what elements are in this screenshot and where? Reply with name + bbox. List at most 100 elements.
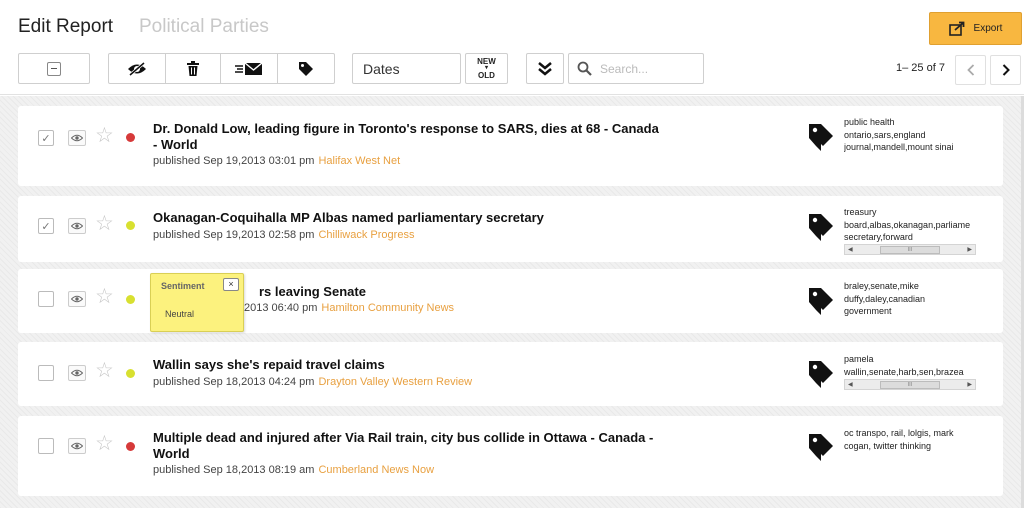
tag-line: cogan, twitter thinking [844, 440, 932, 451]
star-icon[interactable]: ☆ [95, 433, 114, 454]
list-item[interactable]: ☆ Wallin says she's repaid travel claims… [18, 342, 1003, 406]
eye-icon [71, 222, 83, 230]
dates-filter[interactable]: Dates [352, 53, 461, 84]
star-icon[interactable]: ☆ [95, 213, 114, 234]
tag-line: government [844, 306, 892, 316]
email-button[interactable] [221, 53, 278, 84]
scroll-left-icon[interactable]: ◀ [848, 381, 853, 388]
row-checkbox[interactable] [38, 438, 54, 454]
search-box[interactable]: Search... [568, 53, 704, 84]
tag-line: secretary,forward [844, 232, 913, 242]
preview-button[interactable] [68, 291, 86, 307]
tag-line: pamela [844, 354, 874, 364]
preview-button[interactable] [68, 130, 86, 146]
publish-date: published Sep 18,2013 08:19 am [153, 464, 315, 476]
article-meta: 2013 06:40 pm Hamilton Community News [244, 302, 454, 314]
publish-date: published Sep 19,2013 02:58 pm [153, 229, 315, 241]
publish-date: 2013 06:40 pm [244, 302, 318, 314]
article-headline[interactable]: rs leaving Senate [259, 284, 769, 300]
row-checkbox[interactable]: ✓ [38, 130, 54, 146]
tag-scrollbar[interactable]: ◀ III ▶ [844, 244, 976, 255]
close-button[interactable]: × [223, 278, 239, 291]
tag-line: braley,senate,mike [844, 281, 919, 291]
scroll-right-icon[interactable]: ▶ [967, 246, 972, 253]
sentiment-dot[interactable] [126, 442, 135, 451]
article-headline[interactable]: Wallin says she's repaid travel claims [153, 357, 663, 373]
delete-button[interactable] [166, 53, 222, 84]
star-icon[interactable]: ☆ [95, 125, 114, 146]
double-chevron-down-icon [538, 61, 552, 76]
tag-icon [809, 124, 833, 151]
list-item[interactable]: ✓ ☆ Dr. Donald Low, leading figure in To… [18, 106, 1003, 186]
publish-date: published Sep 18,2013 04:24 pm [153, 376, 315, 388]
article-headline[interactable]: Okanagan-Coquihalla MP Albas named parli… [153, 210, 663, 226]
tag-line: board,albas,okanagan,parliame [844, 219, 971, 230]
scroll-left-icon[interactable]: ◀ [848, 246, 853, 253]
tag-line: wallin,senate,harb,sen,brazea [844, 366, 964, 377]
preview-button[interactable] [68, 438, 86, 454]
scroll-right-icon[interactable]: ▶ [967, 381, 972, 388]
list-item[interactable]: ☆ Multiple dead and injured after Via Ra… [18, 416, 1003, 496]
tag-icon [298, 61, 313, 76]
trash-icon [186, 61, 199, 76]
article-meta: published Sep 18,2013 08:19 am Cumberland… [153, 464, 434, 476]
preview-button[interactable] [68, 218, 86, 234]
star-icon[interactable]: ☆ [95, 360, 114, 381]
eye-slash-icon [127, 61, 146, 76]
eye-icon [71, 295, 83, 303]
row-checkbox[interactable] [38, 291, 54, 307]
tag-icon [809, 214, 833, 241]
hide-button[interactable] [109, 53, 166, 84]
preview-button[interactable] [68, 365, 86, 381]
next-page-button[interactable] [990, 55, 1021, 85]
pagination-count: 1– 25 of 7 [896, 62, 945, 74]
tag-icon [809, 434, 833, 461]
export-icon [948, 21, 964, 36]
tag-line: public health [844, 117, 895, 127]
tag-line: treasury [844, 207, 877, 217]
source-link[interactable]: Halifax West Net [318, 155, 400, 167]
report-header: Edit Report Political Parties Export Dat… [0, 0, 1024, 95]
publish-date: published Sep 19,2013 03:01 pm [153, 155, 315, 167]
row-checkbox[interactable] [38, 365, 54, 381]
sentiment-dot[interactable] [126, 369, 135, 378]
source-link[interactable]: Chilliwack Progress [318, 229, 414, 241]
tooltip-title: Sentiment [161, 281, 205, 291]
search-icon [577, 61, 592, 76]
source-link[interactable]: Hamilton Community News [321, 302, 454, 314]
dates-label: Dates [363, 60, 400, 77]
star-icon[interactable]: ☆ [95, 286, 114, 307]
tag-line: duffy,daley,canadian [844, 293, 926, 304]
tag-button[interactable] [278, 53, 334, 84]
tag-scrollbar[interactable]: ◀ III ▶ [844, 379, 976, 390]
search-input[interactable]: Search... [600, 62, 648, 76]
tag-list: oc transpo, rail, lolgis, mark cogan, tw… [844, 427, 976, 452]
tag-icon [809, 361, 833, 388]
sentiment-dot[interactable] [126, 133, 135, 142]
select-all-button[interactable] [18, 53, 90, 84]
tag-line: oc transpo, rail, lolgis, mark [844, 428, 954, 438]
sentiment-dot[interactable] [126, 221, 135, 230]
tag-line: journal,mandell,mount sinai [844, 142, 954, 152]
eye-icon [71, 134, 83, 142]
export-button[interactable]: Export [929, 12, 1022, 45]
tooltip-value: Neutral [165, 309, 195, 319]
article-headline[interactable]: Dr. Donald Low, leading figure in Toront… [153, 121, 663, 153]
source-link[interactable]: Drayton Valley Western Review [318, 376, 472, 388]
article-headline[interactable]: Multiple dead and injured after Via Rail… [153, 430, 663, 462]
source-link[interactable]: Cumberland News Now [318, 464, 434, 476]
expand-all-button[interactable] [526, 53, 564, 84]
report-name[interactable]: Political Parties [139, 16, 269, 38]
select-all-checkbox[interactable] [47, 61, 61, 76]
article-meta: published Sep 18,2013 04:24 pm Drayton Va… [153, 376, 472, 388]
prev-page-button[interactable] [955, 55, 986, 85]
sentiment-tooltip: Sentiment × Neutral [150, 273, 244, 332]
scroll-thumb[interactable]: III [880, 245, 940, 254]
sort-toggle-button[interactable]: NEW ▾ OLD [465, 53, 508, 84]
chevron-left-icon [966, 64, 974, 76]
sentiment-dot[interactable] [126, 295, 135, 304]
list-item[interactable]: ✓ ☆ Okanagan-Coquihalla MP Albas named p… [18, 196, 1003, 262]
sort-old-label: OLD [478, 71, 495, 80]
scroll-thumb[interactable]: III [880, 380, 940, 389]
row-checkbox[interactable]: ✓ [38, 218, 54, 234]
